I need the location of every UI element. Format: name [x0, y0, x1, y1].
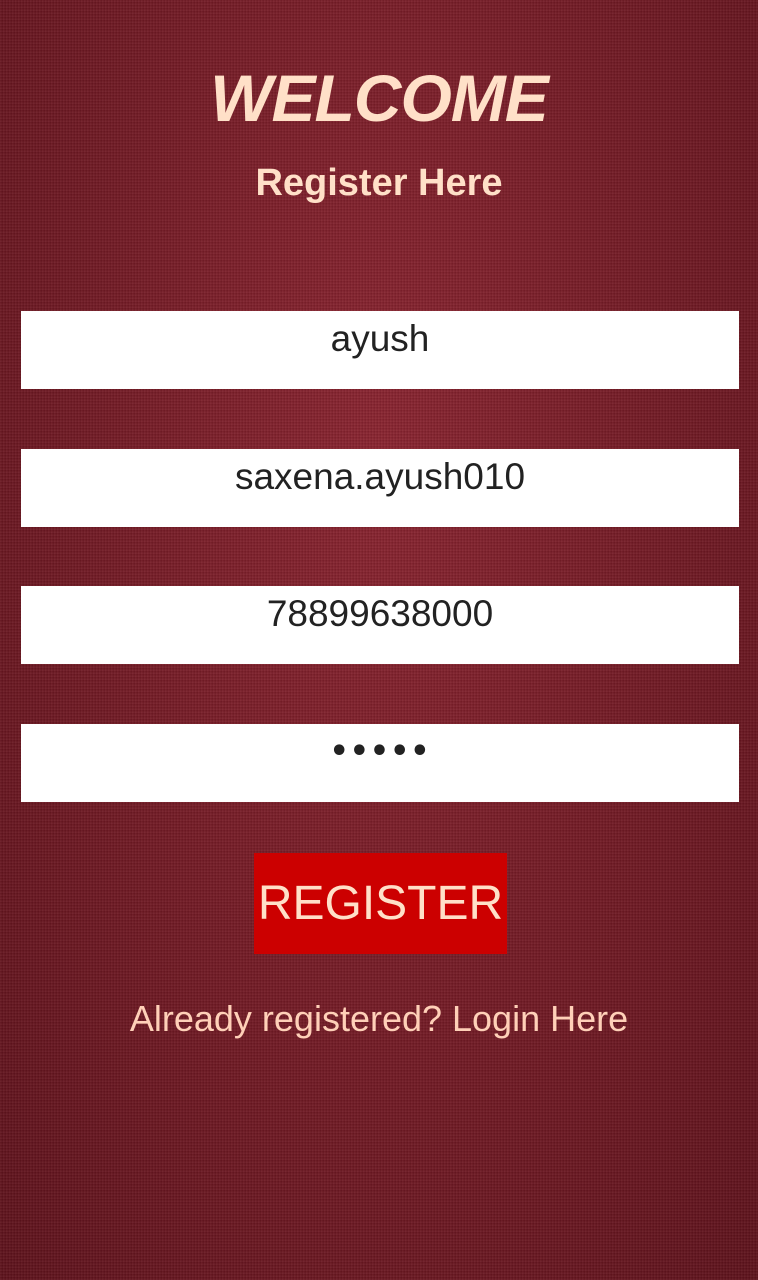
- login-link[interactable]: Already registered? Login Here: [0, 996, 758, 1042]
- welcome-title: WELCOME: [210, 61, 549, 135]
- register-subtitle: Register Here: [255, 162, 503, 204]
- register-screen: WELCOME Register Here ayush saxena.ayush…: [0, 0, 758, 1280]
- phone-field[interactable]: 78899638000: [21, 586, 739, 664]
- username-field[interactable]: saxena.ayush010: [21, 449, 739, 527]
- password-field[interactable]: •••••: [21, 724, 739, 802]
- register-button[interactable]: REGISTER: [254, 853, 507, 954]
- name-field[interactable]: ayush: [21, 311, 739, 389]
